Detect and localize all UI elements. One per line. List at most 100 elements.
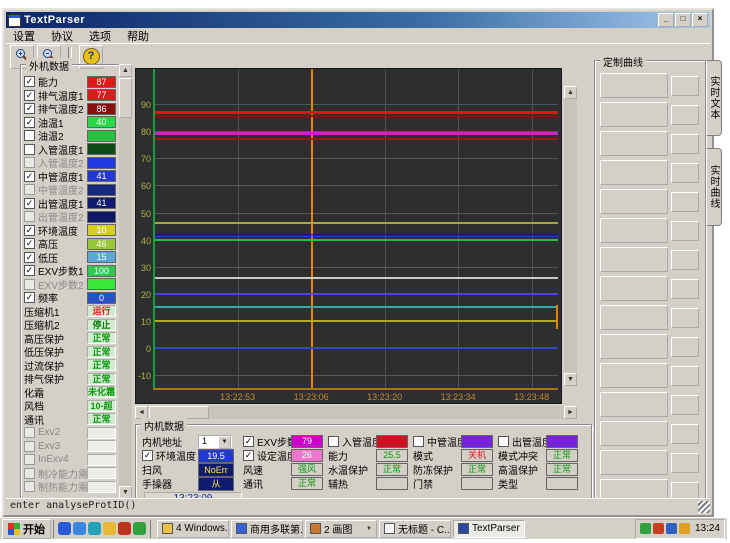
- curve-slot-small-button[interactable]: [671, 453, 699, 473]
- outdoor-signal-row: ✓环境温度10: [24, 224, 118, 238]
- outdoor-signal-row: Exv3: [24, 440, 118, 454]
- menu-settings[interactable]: 设置: [6, 27, 42, 45]
- outdoor-signal-row: 高压保护正常: [24, 332, 118, 346]
- sidebar-scroll-thumb[interactable]: [119, 78, 132, 118]
- curve-slot-small-button[interactable]: [671, 366, 699, 386]
- checkbox[interactable]: [24, 184, 35, 195]
- curve-slot-small-button[interactable]: [671, 424, 699, 444]
- quick-launch-icon-6[interactable]: [133, 522, 146, 535]
- chart-plot-area[interactable]: [153, 69, 558, 390]
- close-button[interactable]: ×: [692, 13, 708, 27]
- curve-slot-button[interactable]: [600, 247, 668, 272]
- scroll-right-icon[interactable]: ►: [564, 406, 577, 419]
- checkbox[interactable]: [24, 468, 35, 479]
- checkbox[interactable]: ✓: [24, 238, 35, 249]
- quick-launch-icon-5[interactable]: [118, 522, 131, 535]
- checkbox[interactable]: [24, 157, 35, 168]
- curve-slot-button[interactable]: [600, 392, 668, 417]
- checkbox[interactable]: ✓: [24, 171, 35, 182]
- menu-protocol[interactable]: 协议: [44, 27, 80, 45]
- value-chip: 41: [87, 170, 116, 182]
- curve-slot-small-button[interactable]: [671, 105, 699, 125]
- checkbox[interactable]: ✓: [24, 76, 35, 87]
- menu-help[interactable]: 帮助: [120, 27, 156, 45]
- checkbox[interactable]: ✓: [24, 117, 35, 128]
- checkbox[interactable]: [24, 454, 35, 465]
- sidebar-scrollbar[interactable]: ▲ ▼: [119, 64, 132, 499]
- curve-slot-button[interactable]: [600, 305, 668, 330]
- chart-horizontal-scrollbar[interactable]: ◄ ►: [135, 406, 577, 419]
- chart-vertical-scrollbar[interactable]: ▲ ▼: [564, 86, 577, 386]
- curve-slot-button[interactable]: [600, 334, 668, 359]
- quick-launch-icon-1[interactable]: [58, 522, 71, 535]
- curve-slot-button[interactable]: [600, 450, 668, 475]
- tray-icon-2[interactable]: [653, 523, 664, 534]
- checkbox[interactable]: ✓: [24, 265, 35, 276]
- curve-slot-small-button[interactable]: [671, 221, 699, 241]
- value-chip: 10-超: [87, 400, 116, 412]
- curve-slot-small-button[interactable]: [671, 250, 699, 270]
- taskbar-button-2-[interactable]: 2 画图▼: [305, 520, 377, 538]
- curve-slot-small-button[interactable]: [671, 395, 699, 415]
- tab-realtime-text[interactable]: 实时文本: [706, 60, 722, 136]
- scroll-up-icon[interactable]: ▲: [119, 64, 132, 77]
- checkbox[interactable]: ✓: [24, 90, 35, 101]
- curve-slot-button[interactable]: [600, 218, 668, 243]
- resize-grip[interactable]: [698, 501, 710, 513]
- quick-launch-icon-2[interactable]: [73, 522, 86, 535]
- tray-icon-1[interactable]: [640, 523, 651, 534]
- checkbox[interactable]: [498, 436, 509, 447]
- curve-slot-small-button[interactable]: [671, 279, 699, 299]
- curve-slot-small-button[interactable]: [671, 76, 699, 96]
- task-button-label: 商用多联第...: [250, 521, 303, 536]
- curve-slot-small-button[interactable]: [671, 163, 699, 183]
- checkbox[interactable]: [24, 441, 35, 452]
- scroll-up-icon[interactable]: ▲: [564, 86, 577, 99]
- maximize-button[interactable]: □: [675, 13, 691, 27]
- curve-slot-button[interactable]: [600, 131, 668, 156]
- taskbar-button-textparser[interactable]: TextParser: [453, 520, 525, 538]
- checkbox[interactable]: [24, 211, 35, 222]
- curve-slot-button[interactable]: [600, 73, 668, 98]
- curve-slot-button[interactable]: [600, 363, 668, 388]
- curve-slot-small-button[interactable]: [671, 192, 699, 212]
- curve-slot-button[interactable]: [600, 421, 668, 446]
- checkbox[interactable]: ✓: [243, 450, 254, 461]
- start-button[interactable]: 开始: [2, 519, 51, 539]
- chevron-down-icon[interactable]: ▼: [366, 526, 372, 532]
- curve-slot-button[interactable]: [600, 102, 668, 127]
- checkbox[interactable]: [24, 130, 35, 141]
- minimize-button[interactable]: _: [658, 13, 674, 27]
- checkbox[interactable]: ✓: [24, 198, 35, 209]
- checkbox[interactable]: ✓: [24, 103, 35, 114]
- checkbox[interactable]: ✓: [142, 450, 153, 461]
- tray-icon-4[interactable]: [679, 523, 690, 534]
- checkbox[interactable]: [24, 427, 35, 438]
- curve-slot-button[interactable]: [600, 160, 668, 185]
- checkbox[interactable]: [24, 279, 35, 290]
- checkbox[interactable]: [413, 436, 424, 447]
- taskbar-button-4-windows-[interactable]: 4 Windows...▼: [157, 520, 229, 538]
- checkbox[interactable]: [24, 481, 35, 492]
- taskbar-button--[interactable]: 商用多联第...: [231, 520, 303, 538]
- indoor-address-dropdown[interactable]: 1▼: [198, 435, 232, 448]
- checkbox[interactable]: [328, 436, 339, 447]
- checkbox[interactable]: ✓: [24, 225, 35, 236]
- quick-launch-icon-3[interactable]: [88, 522, 101, 535]
- checkbox[interactable]: ✓: [24, 292, 35, 303]
- checkbox[interactable]: [24, 144, 35, 155]
- scroll-down-icon[interactable]: ▼: [564, 373, 577, 386]
- curve-slot-button[interactable]: [600, 189, 668, 214]
- checkbox[interactable]: ✓: [24, 252, 35, 263]
- checkbox[interactable]: ✓: [243, 436, 254, 447]
- curve-slot-small-button[interactable]: [671, 308, 699, 328]
- tab-realtime-curve[interactable]: 实时曲线: [706, 148, 722, 226]
- quick-launch-icon-4[interactable]: [103, 522, 116, 535]
- menu-options[interactable]: 选项: [82, 27, 118, 45]
- taskbar-button--c-[interactable]: 无标题 - C...: [379, 520, 451, 538]
- chevron-down-icon[interactable]: ▼: [218, 436, 231, 449]
- curve-slot-small-button[interactable]: [671, 337, 699, 357]
- tray-icon-3[interactable]: [666, 523, 677, 534]
- curve-slot-small-button[interactable]: [671, 134, 699, 154]
- curve-slot-button[interactable]: [600, 276, 668, 301]
